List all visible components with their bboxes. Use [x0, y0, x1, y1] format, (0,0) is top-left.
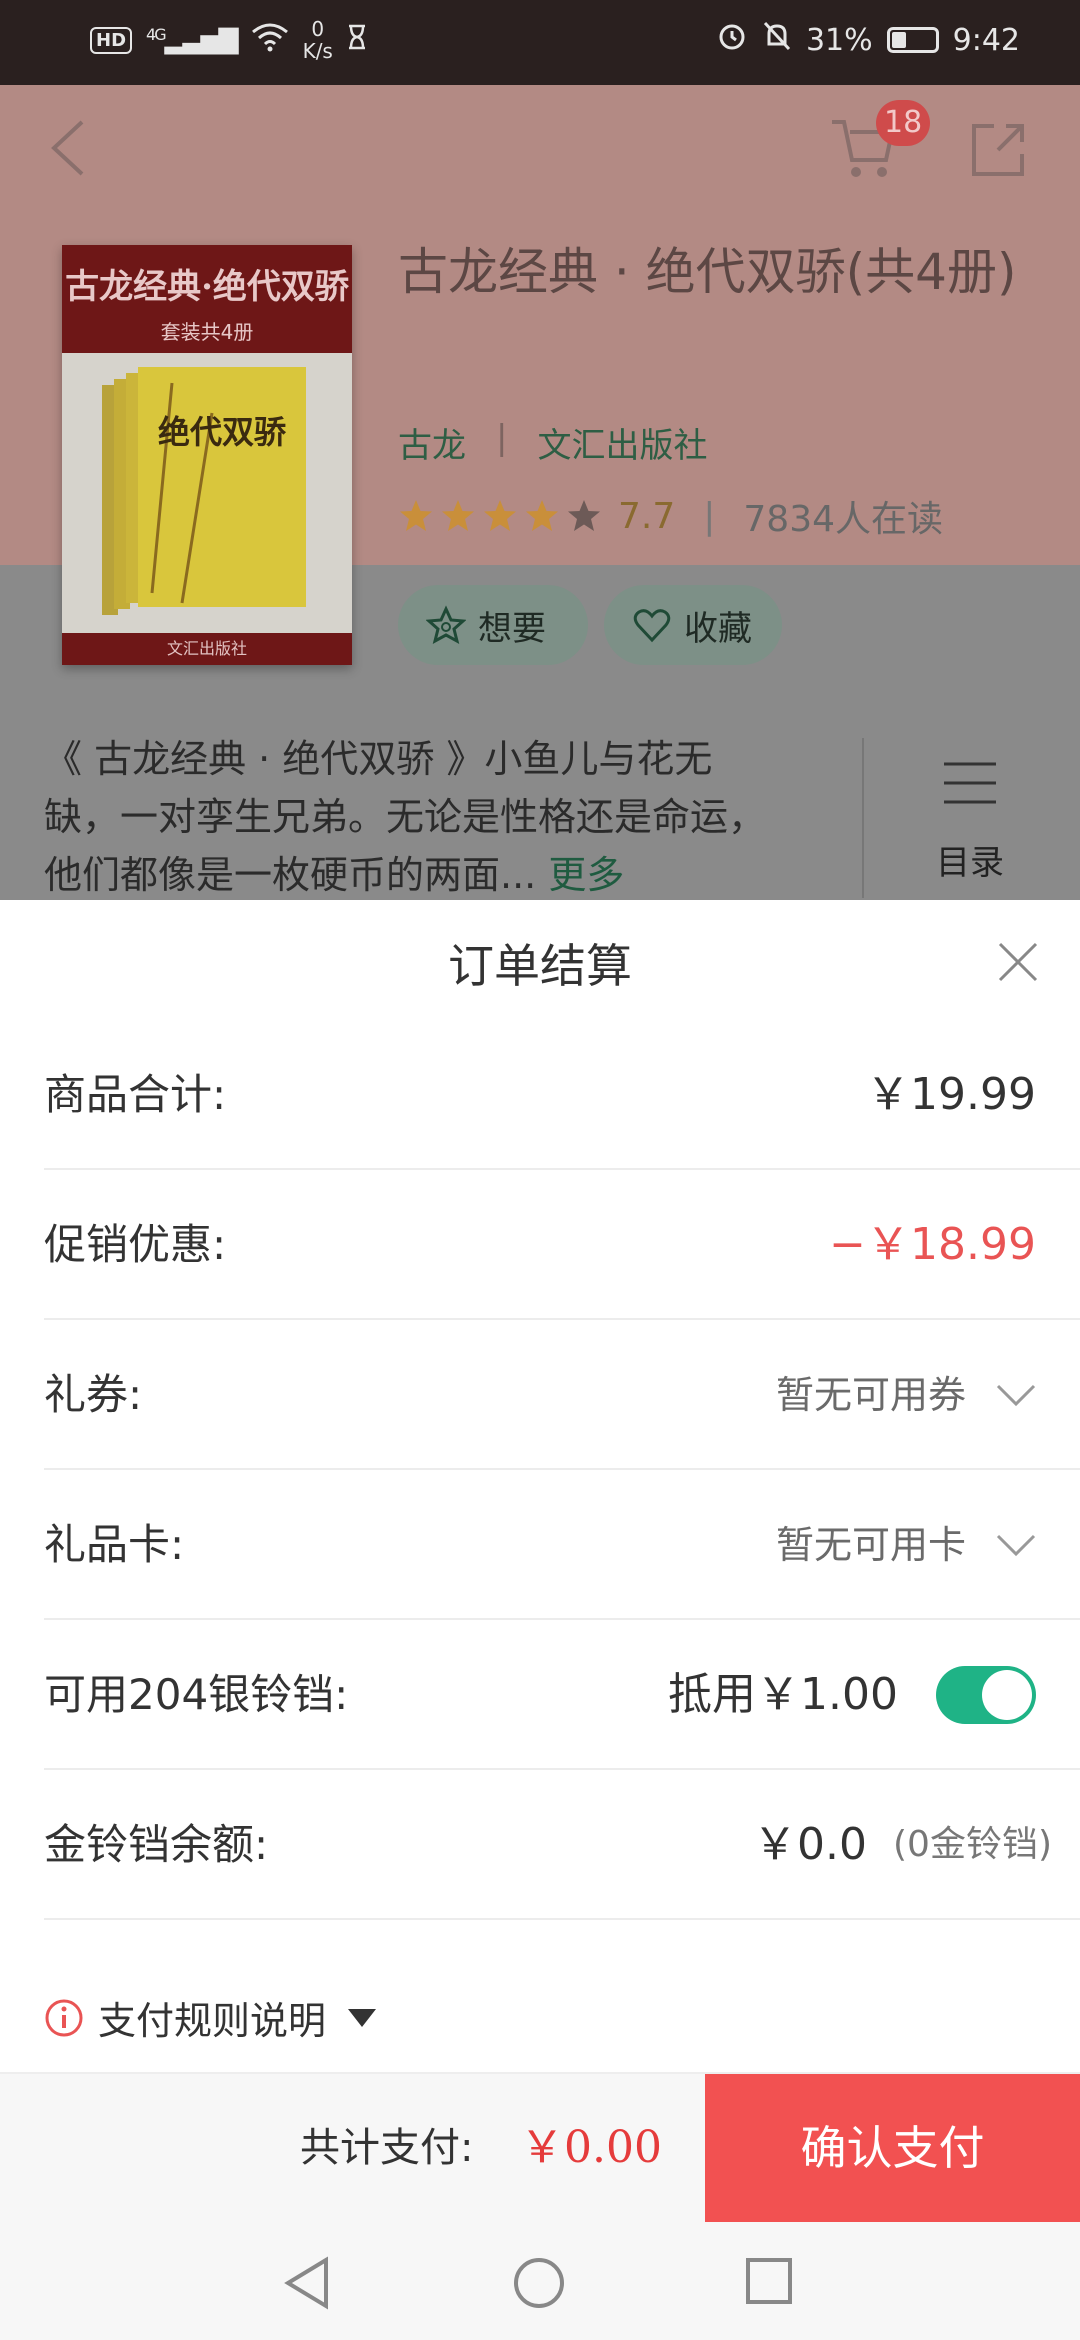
confirm-pay-button[interactable]: 确认支付 [705, 2074, 1080, 2222]
net-speed-value: 0 [311, 17, 325, 41]
coupon-selector[interactable]: 暂无可用券 [776, 1320, 1036, 1470]
cover-image: 绝代双骄 [62, 353, 352, 638]
row-gold-bells: 金铃铛余额: ￥0.0 (0金铃铛) [44, 1770, 1080, 1920]
rating-divider: | [703, 495, 716, 537]
net-speed: 0 K/s [303, 18, 333, 62]
rating-stars [398, 498, 602, 534]
silver-bells-label: 可用204银铃铛: [44, 1670, 349, 1719]
status-right: 31% 9:42 [716, 20, 1020, 60]
battery-level [891, 32, 906, 48]
chevron-down-icon [996, 1384, 1036, 1407]
payment-footer: 共计支付: ￥0.00 确认支付 [0, 2072, 1080, 2222]
book-description: 《 古龙经典 · 绝代双骄 》小鱼儿与花无缺，一对孪生兄弟。无论是性格还是命运，… [44, 730, 784, 900]
nav-home-icon[interactable] [512, 2256, 566, 2310]
star-filled-icon [442, 500, 474, 531]
gold-bells-value: ￥0.0 [753, 1819, 867, 1870]
chevron-down-icon [996, 1534, 1036, 1557]
share-icon[interactable] [968, 120, 1028, 180]
coupon-label: 礼券: [44, 1370, 143, 1419]
caret-down-icon [348, 2008, 377, 2027]
cover-top-band: 古龙经典·绝代双骄 套装共4册 [62, 245, 352, 353]
rating-row: 7.7 | 7834人在读 [398, 490, 943, 542]
row-silver-bells: 可用204银铃铛: 抵用￥1.00 [44, 1620, 1080, 1770]
status-bar: HD 4G▂▃▅▇ 0 K/s 31% 9:42 [0, 0, 1080, 85]
payment-rules-label: 支付规则说明 [98, 1999, 327, 2043]
star-filled-icon [400, 500, 432, 531]
promotion-value: −￥18.99 [829, 1219, 1036, 1270]
more-link[interactable]: 更多 [548, 853, 624, 897]
row-gift-card[interactable]: 礼品卡: 暂无可用卡 [44, 1470, 1080, 1620]
gift-card-label: 礼品卡: [44, 1520, 185, 1569]
meta-divider: | [496, 418, 508, 458]
subtotal-label: 商品合计: [44, 1070, 227, 1119]
silver-bells-value-group: 抵用￥1.00 [668, 1620, 1036, 1770]
favorite-button[interactable]: 收藏 [604, 585, 782, 665]
cover-box-text: 绝代双骄 [158, 413, 287, 451]
sheet-title: 订单结算 [448, 939, 632, 993]
battery-icon [886, 27, 939, 53]
heart-outline-icon [633, 609, 671, 643]
gift-card-value: 暂无可用卡 [775, 1523, 966, 1567]
mute-bell-icon [762, 20, 792, 60]
row-subtotal: 商品合计: ￥19.99 [44, 1020, 1080, 1170]
menu-lines-icon [944, 762, 996, 804]
back-arrow-icon[interactable] [44, 118, 94, 178]
gift-card-selector[interactable]: 暂无可用卡 [776, 1470, 1036, 1620]
close-icon[interactable] [996, 940, 1040, 984]
book-box-illustration: 绝代双骄 [102, 367, 306, 615]
star-outline-icon [426, 605, 466, 644]
book-publisher[interactable]: 文汇出版社 [537, 418, 707, 467]
readers-count: 7834人在读 [743, 499, 944, 540]
toggle-knob [982, 1670, 1032, 1720]
net-speed-unit: K/s [302, 39, 333, 63]
alarm-icon [716, 20, 748, 60]
total-label: 共计支付: [300, 2125, 474, 2171]
total-value: ￥0.00 [520, 2122, 662, 2173]
hd-icon: HD [90, 26, 133, 54]
promotion-label: 促销优惠: [44, 1220, 227, 1269]
nav-back-icon[interactable] [282, 2256, 332, 2310]
book-author[interactable]: 古龙 [398, 418, 466, 467]
toc-button[interactable]: 目录 [900, 760, 1040, 884]
toc-divider [862, 738, 864, 898]
system-nav-bar [0, 2222, 1080, 2340]
star-filled-icon [526, 500, 558, 531]
subtotal-value: ￥19.99 [866, 1069, 1036, 1120]
cover-title: 古龙经典·绝代双骄 [65, 267, 349, 307]
cover-publisher: 文汇出版社 [62, 633, 352, 665]
clock: 9:42 [952, 22, 1020, 58]
star-filled-icon [484, 500, 516, 531]
cover-subtitle: 套装共4册 [160, 320, 254, 344]
row-coupon[interactable]: 礼券: 暂无可用券 [44, 1320, 1080, 1470]
cart-count-badge: 18 [876, 100, 931, 146]
gold-bells-count: (0金铃铛) [893, 1824, 1052, 1865]
gold-bells-label: 金铃铛余额: [44, 1820, 269, 1869]
silver-bells-toggle[interactable] [936, 1666, 1036, 1724]
wifi-icon [251, 22, 289, 59]
rating-score: 7.7 [618, 495, 676, 537]
want-label: 想要 [478, 608, 546, 649]
network-type: 4G [146, 25, 167, 44]
description-text: 《 古龙经典 · 绝代双骄 》小鱼儿与花无缺，一对孪生兄弟。无论是性格还是命运，… [44, 737, 767, 897]
battery-percent: 31% [805, 22, 873, 58]
nav-recents-icon[interactable] [744, 2256, 794, 2306]
book-cover[interactable]: 古龙经典·绝代双骄 套装共4册 绝代双骄 文汇出版社 [62, 245, 352, 665]
book-meta: 古龙 | 文汇出版社 [398, 418, 707, 467]
hourglass-icon [347, 24, 367, 57]
silver-bells-deduct: 抵用￥1.00 [668, 1669, 898, 1720]
status-left: HD 4G▂▃▅▇ 0 K/s [90, 18, 367, 62]
signal-icon: 4G▂▃▅▇ [146, 25, 239, 55]
payment-rules-link[interactable]: 支付规则说明 [44, 1990, 377, 2045]
favorite-label: 收藏 [684, 608, 752, 649]
want-button[interactable]: 想要 [398, 585, 588, 665]
toc-label: 目录 [936, 843, 1004, 883]
gold-bells-value-group: ￥0.0 (0金铃铛) [753, 1770, 1052, 1920]
coupon-value: 暂无可用券 [775, 1373, 966, 1417]
row-promotion: 促销优惠: −￥18.99 [44, 1170, 1080, 1320]
info-icon [45, 1999, 83, 2036]
star-empty-icon [568, 500, 600, 531]
book-title: 古龙经典 · 绝代双骄(共4册) [398, 243, 1017, 301]
